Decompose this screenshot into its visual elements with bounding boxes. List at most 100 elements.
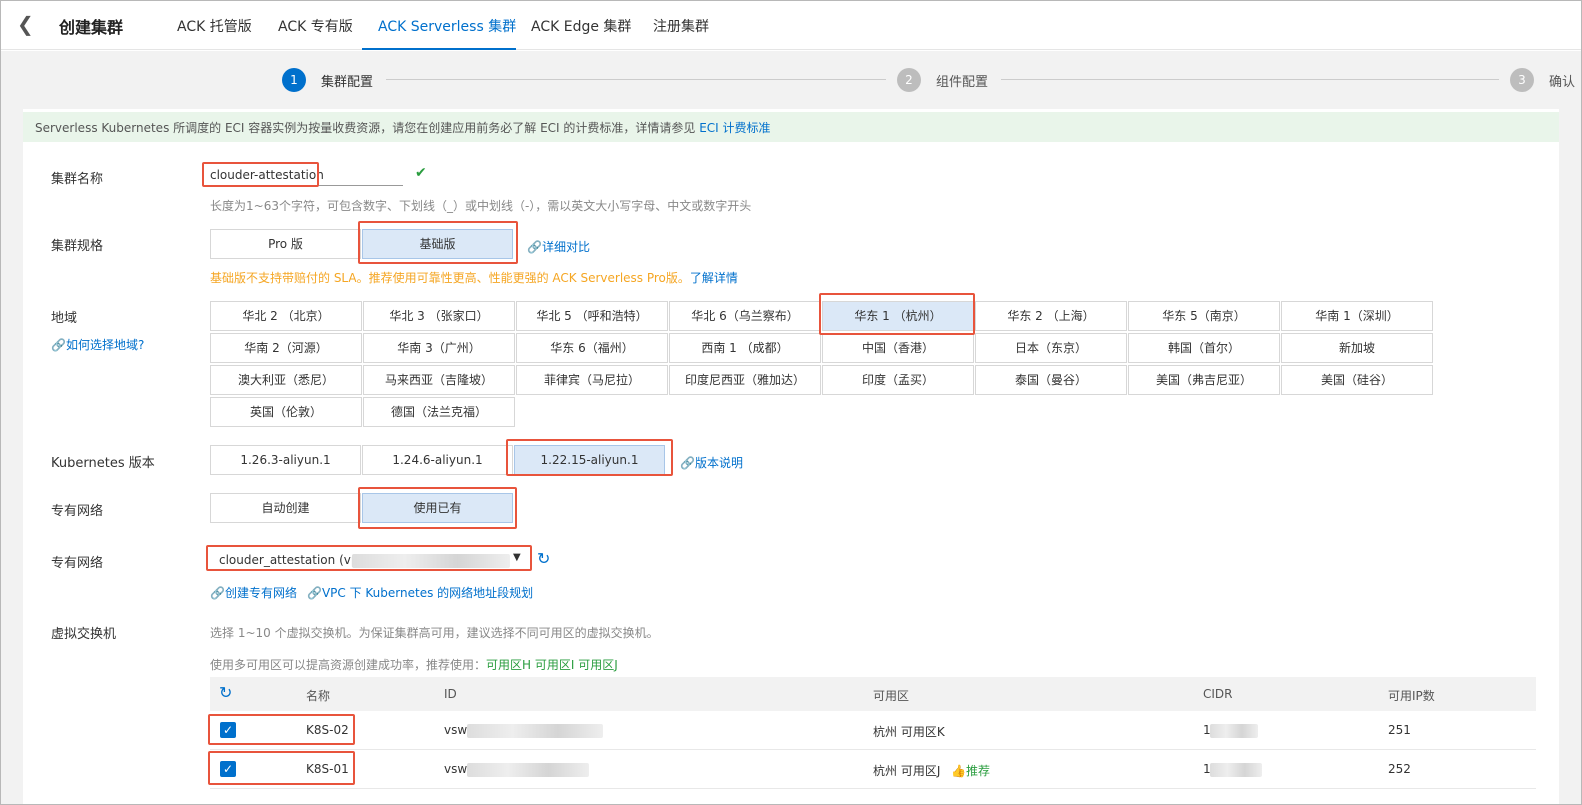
learn-more-link[interactable]: 了解详情 bbox=[690, 271, 738, 285]
region-option[interactable]: 菲律宾（马尼拉） bbox=[516, 365, 668, 395]
page-title: 创建集群 bbox=[59, 18, 124, 37]
vpc-mode-label: 专有网络 bbox=[51, 504, 104, 519]
region-option[interactable]: 华东 2 （上海） bbox=[975, 301, 1127, 331]
version-notes-link[interactable]: 🔗版本说明 bbox=[680, 454, 743, 471]
billing-notice: Serverless Kubernetes 所调度的 ECI 容器实例为按量收费… bbox=[23, 112, 1559, 142]
compare-link-label: 详细对比 bbox=[541, 240, 590, 254]
version-notes-label: 版本说明 bbox=[694, 456, 743, 470]
right-gutter bbox=[1559, 109, 1581, 804]
page: ❮ 创建集群 ACK 托管版 ACK 专有版 ACK Serverless 集群… bbox=[0, 0, 1582, 805]
region-option[interactable]: 德国（法兰克福） bbox=[363, 397, 515, 427]
row-zone: 杭州 可用区K bbox=[873, 725, 945, 739]
spec-warning: 基础版不支持带赔付的 SLA。推荐使用可靠性更高、性能更强的 ACK Serve… bbox=[210, 269, 738, 286]
highlight-box bbox=[358, 221, 518, 264]
highlight-box bbox=[206, 545, 532, 571]
cluster-name-hint: 长度为1~63个字符，可包含数字、下划线（_）或中划线（-），需以英文大小写字母… bbox=[210, 199, 752, 213]
create-vpc-label: 创建专有网络 bbox=[224, 586, 297, 600]
recommended-zones: 可用区H 可用区I 可用区J bbox=[486, 658, 618, 672]
k8s-version-1-26[interactable]: 1.26.3-aliyun.1 bbox=[210, 445, 361, 475]
region-option[interactable]: 马来西亚（吉隆坡） bbox=[363, 365, 515, 395]
region-option[interactable]: 澳大利亚（悉尼） bbox=[210, 365, 362, 395]
tab-ack-managed[interactable]: ACK 托管版 bbox=[177, 16, 252, 36]
col-name: 名称 bbox=[306, 689, 331, 703]
vpc-planning-link[interactable]: 🔗VPC 下 Kubernetes 的网络地址段规划 bbox=[307, 584, 533, 601]
tab-ack-dedicated[interactable]: ACK 专有版 bbox=[278, 16, 353, 36]
row-zone: 杭州 可用区J bbox=[873, 764, 941, 778]
zone-recommend-text: 使用多可用区可以提高资源创建成功率，推荐使用： bbox=[210, 658, 487, 672]
chevron-left-icon[interactable]: ❮ bbox=[17, 12, 34, 36]
region-option[interactable]: 华南 3（广州） bbox=[363, 333, 515, 363]
region-help-link[interactable]: 🔗如何选择地域? bbox=[51, 336, 144, 353]
thumbs-up-icon: 👍 bbox=[951, 764, 966, 778]
region-option[interactable]: 华东 5（南京） bbox=[1128, 301, 1280, 331]
left-gutter bbox=[1, 109, 23, 804]
link-icon: 🔗 bbox=[210, 586, 225, 600]
step-3-label: 确认 bbox=[1549, 75, 1576, 90]
step-1-circle: 1 bbox=[282, 68, 306, 92]
col-id: ID bbox=[444, 687, 457, 701]
row-divider bbox=[210, 788, 1536, 789]
tab-ack-edge[interactable]: ACK Edge 集群 bbox=[531, 16, 631, 36]
link-icon: 🔗 bbox=[307, 586, 322, 600]
tab-registered-cluster[interactable]: 注册集群 bbox=[653, 16, 709, 36]
vpc-planning-label: VPC 下 Kubernetes 的网络地址段规划 bbox=[321, 586, 534, 600]
link-icon: 🔗 bbox=[51, 338, 66, 352]
refresh-icon[interactable]: ↻ bbox=[537, 549, 550, 568]
refresh-icon[interactable]: ↻ bbox=[219, 683, 232, 702]
step-1-label: 集群配置 bbox=[321, 75, 374, 90]
region-option[interactable]: 华北 2 （北京） bbox=[210, 301, 362, 331]
step-2-circle: 2 bbox=[897, 68, 921, 92]
vswitch-label: 虚拟交换机 bbox=[51, 627, 117, 642]
spec-pro-button[interactable]: Pro 版 bbox=[210, 229, 361, 259]
link-icon: 🔗 bbox=[527, 240, 542, 254]
highlight-box bbox=[202, 162, 319, 187]
redacted-id bbox=[467, 763, 589, 777]
cluster-name-label: 集群名称 bbox=[51, 172, 104, 187]
row-ips: 251 bbox=[1388, 723, 1411, 737]
region-option[interactable]: 中国（香港） bbox=[822, 333, 974, 363]
vpc-select-label: 专有网络 bbox=[51, 556, 104, 571]
check-icon: ✔ bbox=[415, 165, 427, 181]
region-option[interactable]: 西南 1 （成都） bbox=[669, 333, 821, 363]
highlight-box bbox=[506, 439, 673, 476]
k8s-version-1-24[interactable]: 1.24.6-aliyun.1 bbox=[362, 445, 513, 475]
col-zone: 可用区 bbox=[873, 689, 910, 703]
region-option[interactable]: 华北 5 （呼和浩特） bbox=[516, 301, 668, 331]
region-option[interactable]: 韩国（首尔） bbox=[1128, 333, 1280, 363]
region-help-label: 如何选择地域? bbox=[65, 338, 145, 352]
region-option[interactable]: 华北 6（乌兰察布） bbox=[669, 301, 821, 331]
recommend-label: 推荐 bbox=[965, 764, 990, 778]
highlight-box bbox=[208, 714, 355, 745]
vswitch-hint: 选择 1~10 个虚拟交换机。为保证集群高可用，建议选择不同可用区的虚拟交换机。 bbox=[210, 626, 659, 640]
step-3-circle: 3 bbox=[1510, 68, 1534, 92]
recommend-badge: 👍推荐 bbox=[951, 762, 990, 779]
highlight-box bbox=[819, 293, 975, 335]
tab-ack-serverless[interactable]: ACK Serverless 集群 bbox=[378, 16, 516, 36]
compare-link[interactable]: 🔗详细对比 bbox=[527, 238, 590, 255]
redacted-cidr bbox=[1210, 724, 1258, 738]
region-option[interactable]: 华南 1（深圳） bbox=[1281, 301, 1433, 331]
region-option[interactable]: 日本（东京） bbox=[975, 333, 1127, 363]
step-connector bbox=[1001, 79, 1499, 80]
eci-billing-link[interactable]: ECI 计费标准 bbox=[699, 121, 770, 135]
active-tab-indicator bbox=[362, 48, 516, 50]
region-option[interactable]: 美国（硅谷） bbox=[1281, 365, 1433, 395]
region-option[interactable]: 新加坡 bbox=[1281, 333, 1433, 363]
region-option[interactable]: 泰国（曼谷） bbox=[975, 365, 1127, 395]
create-vpc-link[interactable]: 🔗创建专有网络 bbox=[210, 584, 297, 601]
region-option[interactable]: 美国（弗吉尼亚） bbox=[1128, 365, 1280, 395]
region-option[interactable]: 华东 6（福州） bbox=[516, 333, 668, 363]
region-option[interactable]: 印度（孟买） bbox=[822, 365, 974, 395]
region-option[interactable]: 华南 2（河源） bbox=[210, 333, 362, 363]
region-option[interactable]: 华北 3 （张家口） bbox=[363, 301, 515, 331]
region-option[interactable]: 英国（伦敦） bbox=[210, 397, 362, 427]
redacted-cidr bbox=[1210, 763, 1262, 777]
col-cidr: CIDR bbox=[1203, 687, 1233, 701]
region-option[interactable]: 印度尼西亚（雅加达） bbox=[669, 365, 821, 395]
vpc-auto-create-button[interactable]: 自动创建 bbox=[210, 493, 361, 523]
redacted-id bbox=[467, 724, 603, 738]
spec-warning-text: 基础版不支持带赔付的 SLA。推荐使用可靠性更高、性能更强的 ACK Serve… bbox=[210, 271, 690, 285]
step-bar bbox=[1, 51, 1581, 109]
zone-recommend: 使用多可用区可以提高资源创建成功率，推荐使用：可用区H 可用区I 可用区J bbox=[210, 656, 618, 673]
link-icon: 🔗 bbox=[680, 456, 695, 470]
